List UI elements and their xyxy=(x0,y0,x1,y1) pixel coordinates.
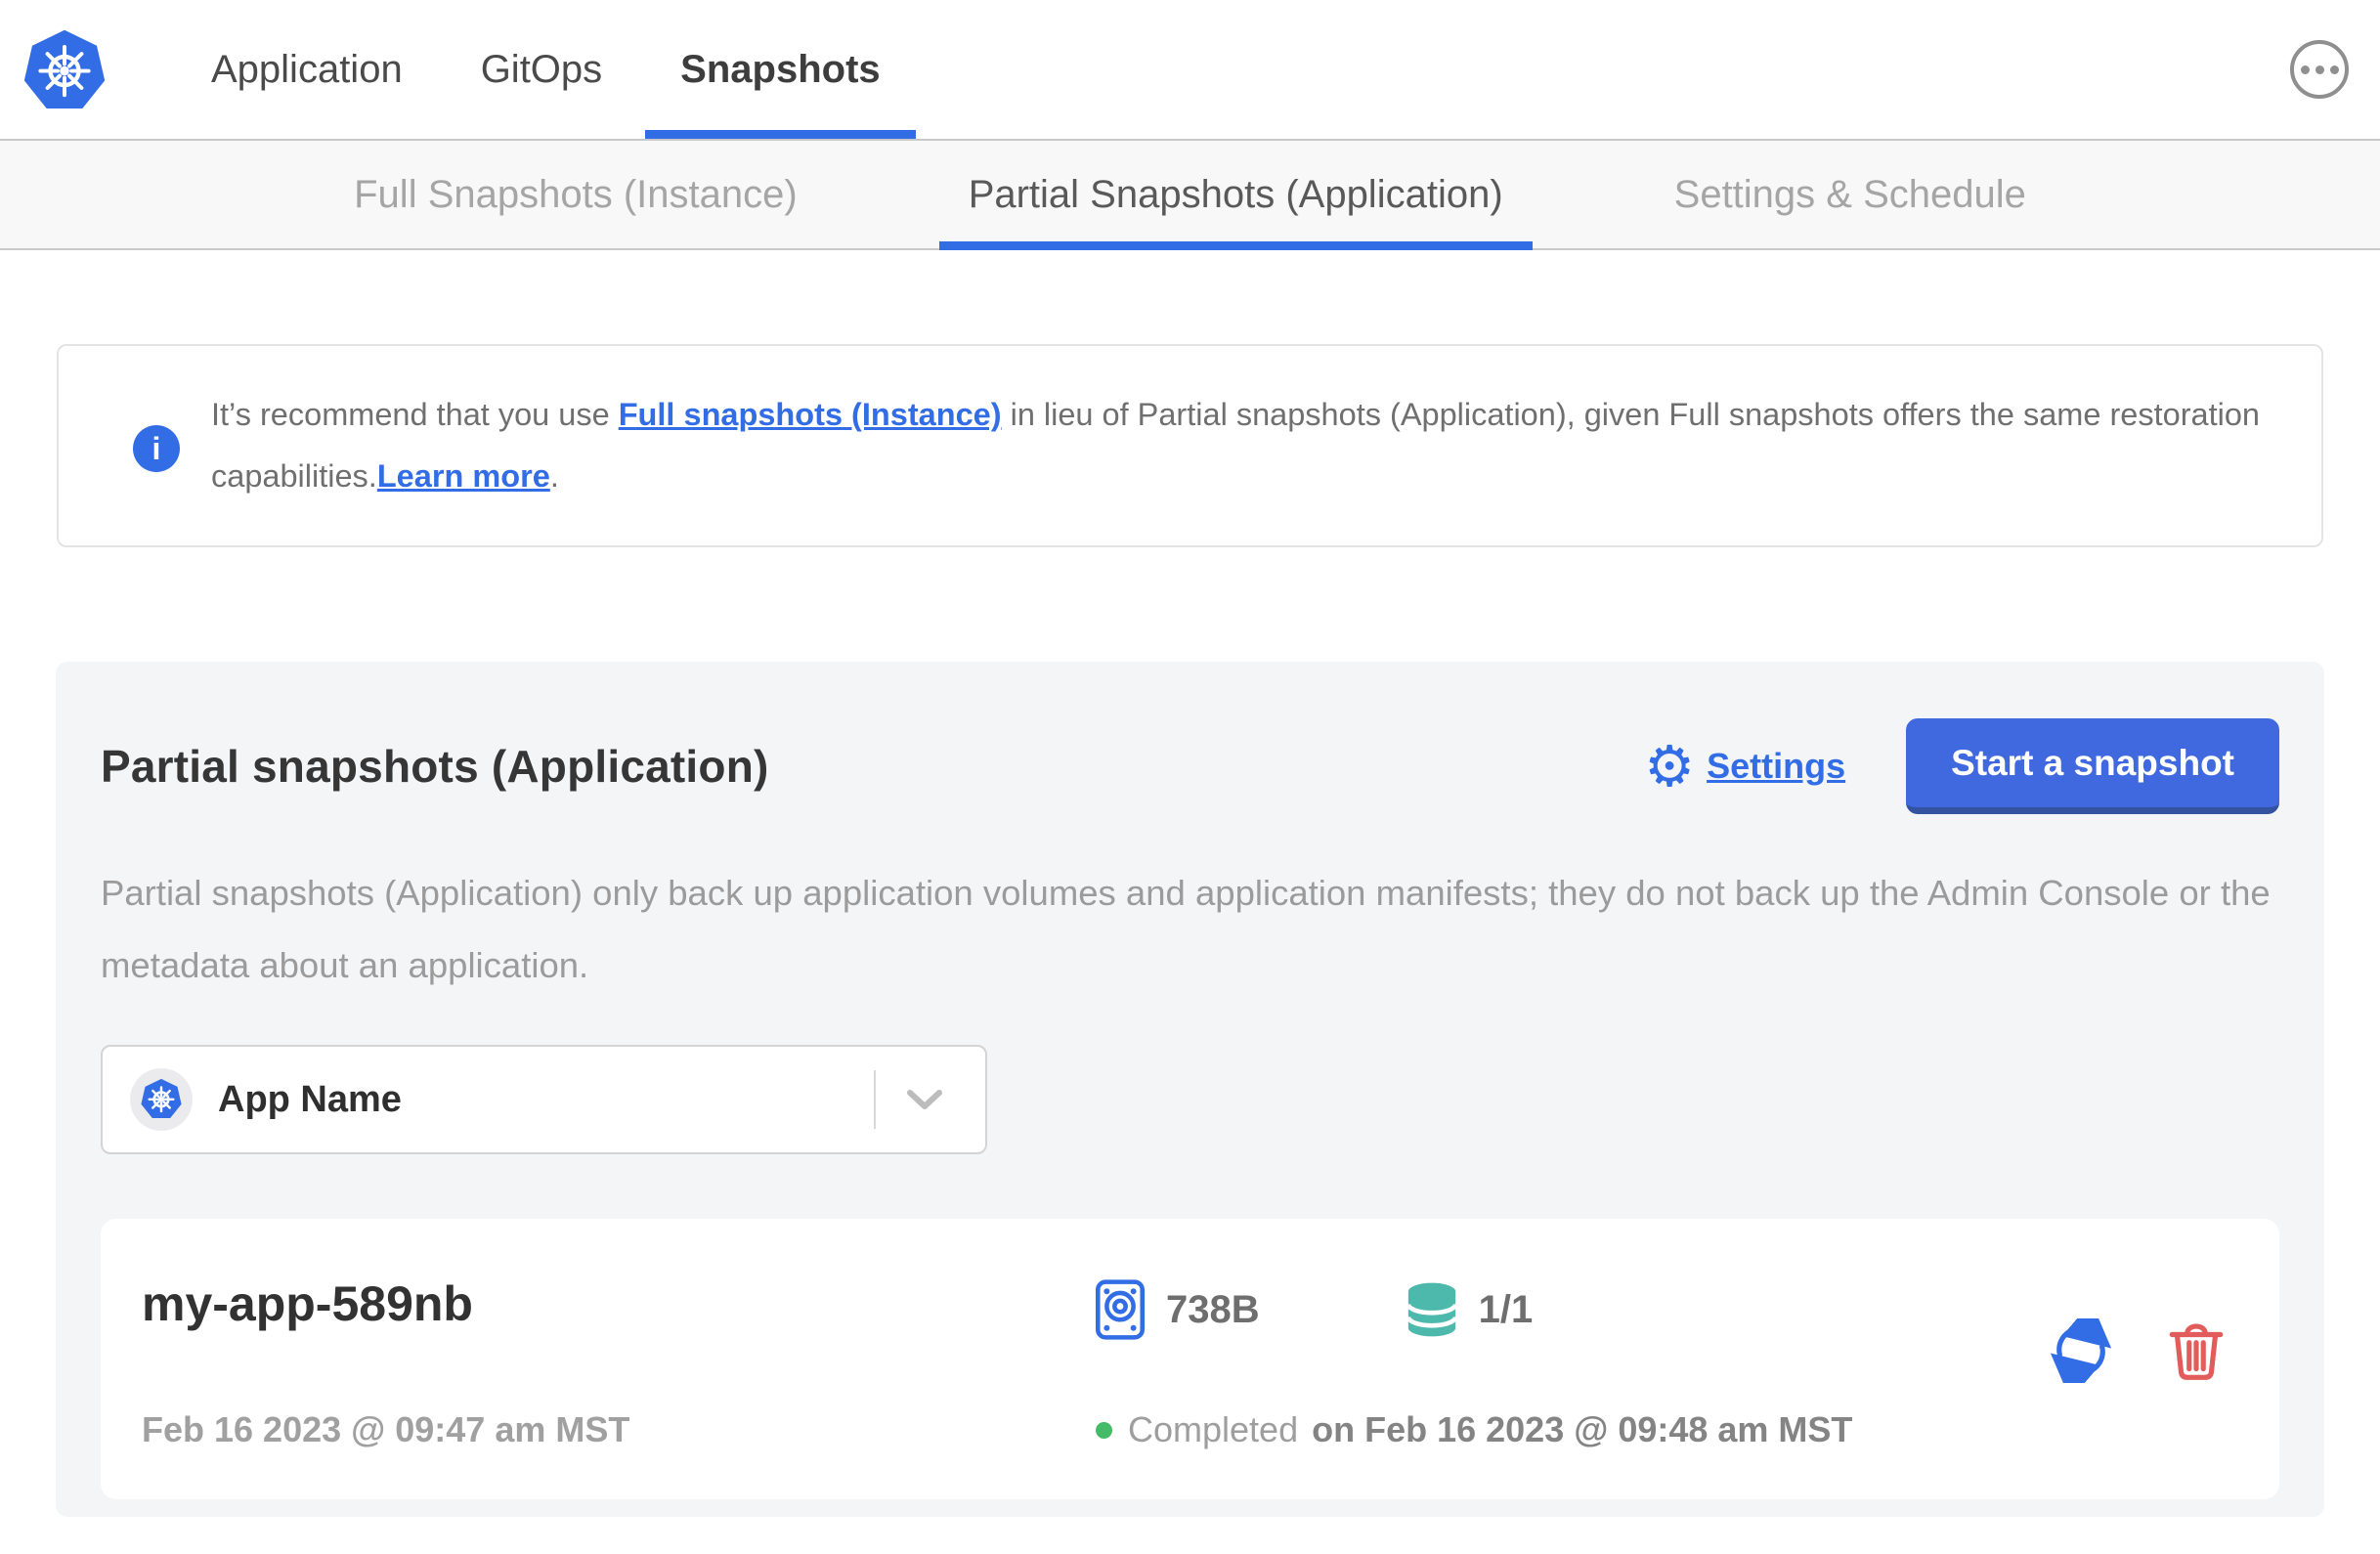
learn-more-link[interactable]: Learn more xyxy=(377,458,550,494)
app-name-select[interactable]: App Name xyxy=(101,1045,987,1154)
nav-item-label: Snapshots xyxy=(680,47,881,91)
nav-item-application[interactable]: Application xyxy=(211,0,403,139)
snapshot-size: 738B xyxy=(1166,1287,1260,1331)
nav-item-label: Application xyxy=(211,47,403,91)
database-icon xyxy=(1406,1282,1457,1337)
snapshot-status: Completed on Feb 16 2023 @ 09:48 am MST xyxy=(1096,1409,2049,1450)
status-finished-date: on Feb 16 2023 @ 09:48 am MST xyxy=(1312,1409,1853,1449)
tab-label: Partial Snapshots (Application) xyxy=(968,172,1503,216)
tab-settings-schedule[interactable]: Settings & Schedule xyxy=(1645,141,2055,248)
restore-snapshot-button[interactable] xyxy=(2049,1301,2113,1400)
snapshots-page: Application GitOps Snapshots Full Snapsh… xyxy=(0,0,2380,1554)
status-dot-icon xyxy=(1096,1421,1112,1439)
snapshot-volume-count: 1/1 xyxy=(1478,1287,1534,1331)
snapshot-size-metric: 738B xyxy=(1096,1279,1260,1340)
delete-snapshot-button[interactable] xyxy=(2168,1319,2225,1382)
app-select-value: App Name xyxy=(218,1078,402,1120)
full-snapshots-link[interactable]: Full snapshots (Instance) xyxy=(619,397,1002,432)
panel-header-actions: ⚙ Settings Start a snapshot xyxy=(1644,718,2279,814)
active-tab-underline xyxy=(938,241,1533,250)
chevron-down-icon[interactable] xyxy=(897,1047,952,1152)
settings-link-label: Settings xyxy=(1707,746,1846,786)
snapshot-row: my-app-589nb 738B 1/1 Feb 16 2023 @ 09:4… xyxy=(101,1219,2279,1499)
snapshot-metrics: 738B 1/1 xyxy=(1096,1279,2049,1340)
nav-item-gitops[interactable]: GitOps xyxy=(481,0,602,139)
snapshot-settings-link[interactable]: ⚙ Settings xyxy=(1644,738,1845,795)
nav-item-label: GitOps xyxy=(480,47,603,91)
nav-item-snapshots[interactable]: Snapshots xyxy=(645,0,916,139)
banner-text-segment: . xyxy=(549,458,559,494)
disk-icon xyxy=(1096,1279,1145,1340)
primary-nav: Application GitOps Snapshots xyxy=(211,0,916,139)
panel-description: Partial snapshots (Application) only bac… xyxy=(101,873,2271,985)
ellipsis-menu-button[interactable] xyxy=(2290,40,2349,99)
banner-text: It’s recommend that you use Full snapsho… xyxy=(211,384,2263,507)
kubernetes-logo xyxy=(23,29,106,109)
snapshot-volumes-metric: 1/1 xyxy=(1406,1281,1534,1338)
snapshot-actions xyxy=(2049,1301,2225,1400)
panel-header: Partial snapshots (Application) ⚙ Settin… xyxy=(101,718,2279,814)
info-icon: i xyxy=(133,425,180,472)
page-title: Partial snapshots (Application) xyxy=(101,741,769,792)
tab-label: Full Snapshots (Instance) xyxy=(354,172,798,216)
start-snapshot-button[interactable]: Start a snapshot xyxy=(1906,718,2279,814)
tab-label: Settings & Schedule xyxy=(1673,172,2026,216)
snapshots-subnav: Full Snapshots (Instance) Partial Snapsh… xyxy=(0,139,2380,250)
restore-arrows-icon xyxy=(2050,1301,2112,1400)
gear-icon: ⚙ xyxy=(1644,733,1696,799)
info-banner: i It’s recommend that you use Full snaps… xyxy=(57,344,2323,547)
kubernetes-icon xyxy=(141,1078,182,1119)
trash-icon xyxy=(2169,1323,2224,1380)
partial-snapshots-panel: Partial snapshots (Application) ⚙ Settin… xyxy=(56,662,2324,1517)
active-nav-underline xyxy=(645,130,916,139)
tab-full-snapshots[interactable]: Full Snapshots (Instance) xyxy=(325,141,827,248)
status-label: Completed xyxy=(1128,1409,1299,1449)
snapshot-name: my-app-589nb xyxy=(142,1276,473,1331)
app-icon-chip xyxy=(130,1068,193,1131)
tab-partial-snapshots[interactable]: Partial Snapshots (Application) xyxy=(938,141,1533,250)
nav-right xyxy=(2290,40,2349,99)
banner-text-segment: It’s recommend that you use xyxy=(211,397,619,432)
select-divider xyxy=(874,1070,876,1129)
top-nav: Application GitOps Snapshots xyxy=(0,0,2380,139)
snapshot-started-date: Feb 16 2023 @ 09:47 am MST xyxy=(142,1409,630,1449)
ellipsis-icon xyxy=(2300,65,2310,74)
